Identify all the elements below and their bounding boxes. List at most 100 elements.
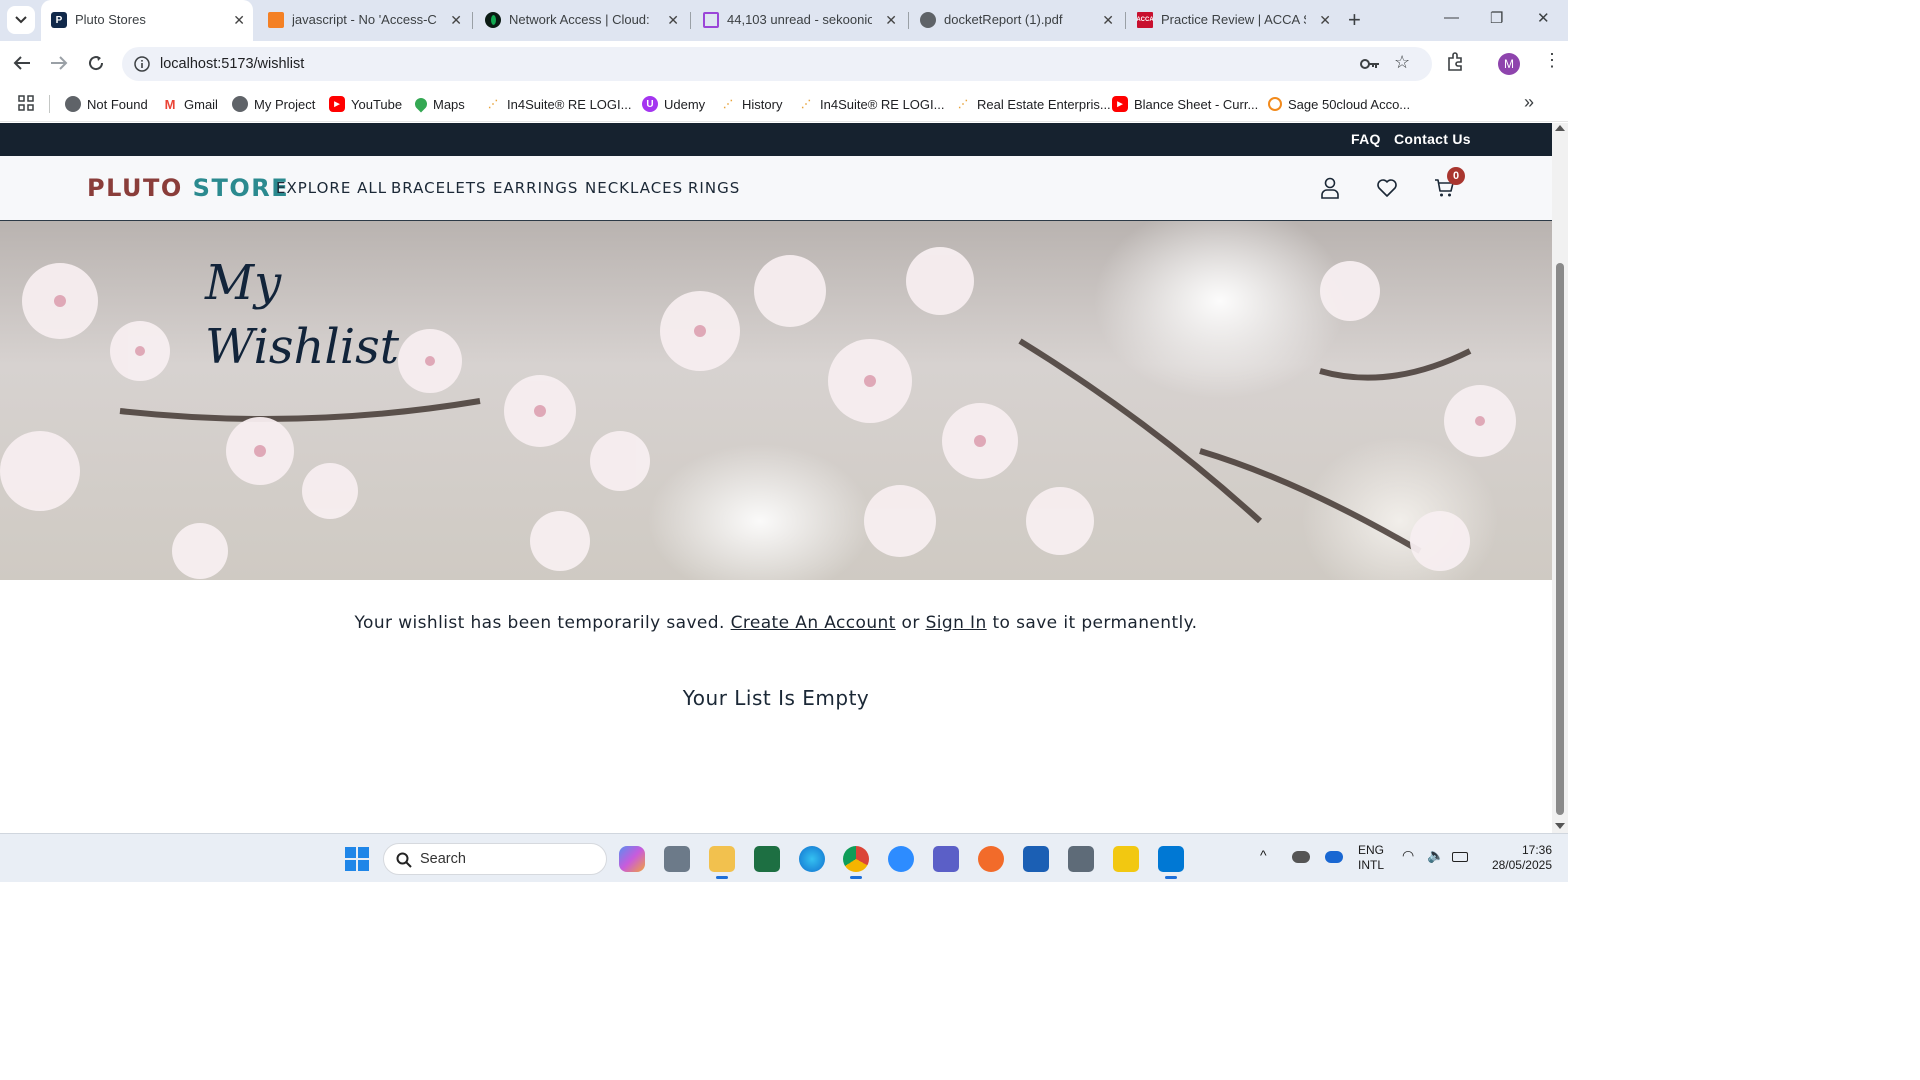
in4suite-icon: ⋰ — [723, 98, 733, 110]
file-explorer-icon[interactable] — [709, 846, 735, 879]
tab-acca[interactable]: ACCA Practice Review | ACCA Stu ✕ — [1127, 0, 1339, 41]
tab-pluto-stores[interactable]: P Pluto Stores ✕ — [41, 0, 253, 41]
tab-separator — [690, 12, 691, 29]
top-utility-bar: FAQ Contact Us — [0, 123, 1552, 156]
bookmark-history[interactable]: ⋰ History — [720, 94, 782, 114]
browser-toolbar: localhost:5173/wishlist ☆ ⋮ — [0, 41, 1568, 86]
bookmark-sage[interactable]: Sage 50cloud Acco... — [1268, 94, 1410, 114]
bookmark-youtube[interactable]: ▶ YouTube — [329, 94, 402, 114]
apps-grid-icon[interactable] — [18, 95, 34, 111]
copilot-app-icon[interactable] — [619, 846, 645, 872]
bookmark-label: Real Estate Enterpris... — [977, 96, 1111, 112]
edge-icon[interactable] — [799, 846, 825, 872]
key-icon[interactable] — [1360, 57, 1380, 71]
close-icon[interactable]: ✕ — [667, 11, 679, 29]
site-logo[interactable]: PLUTO STORE — [87, 174, 289, 202]
tab-title: 44,103 unread - sekooniolu — [727, 12, 872, 27]
windows-start-icon[interactable] — [345, 847, 369, 871]
new-tab-button[interactable]: + — [1348, 8, 1361, 32]
chrome-icon[interactable] — [843, 846, 869, 879]
clock[interactable]: 17:36 28/05/2025 — [1480, 843, 1552, 873]
url-text[interactable]: localhost:5173/wishlist — [160, 56, 304, 72]
minimize-button[interactable]: — — [1444, 9, 1459, 26]
clock-date: 28/05/2025 — [1491, 858, 1552, 872]
close-icon[interactable]: ✕ — [1102, 11, 1114, 29]
volume-icon[interactable]: 🔈 — [1427, 848, 1444, 863]
globe-favicon-icon — [920, 12, 936, 28]
battery-icon[interactable] — [1452, 852, 1468, 862]
bookmark-my-project[interactable]: My Project — [232, 94, 315, 114]
remote-desktop-icon[interactable] — [1023, 846, 1049, 872]
create-account-link[interactable]: Create An Account — [731, 613, 896, 633]
calculator-icon[interactable] — [1068, 846, 1094, 872]
system-app-icon[interactable] — [664, 846, 690, 872]
close-icon[interactable]: ✕ — [885, 11, 897, 29]
nav-explore-all[interactable]: EXPLORE ALL — [276, 179, 387, 197]
page-viewport: FAQ Contact Us PLUTO STORE EXPLORE ALL B… — [0, 123, 1552, 833]
close-icon[interactable]: ✕ — [1319, 11, 1331, 29]
wishlist-button[interactable] — [1373, 174, 1401, 202]
heart-icon — [1377, 179, 1397, 197]
scrollbar-thumb[interactable] — [1556, 263, 1564, 815]
bookmark-in4suite-1[interactable]: ⋰ In4Suite® RE LOGI... — [485, 94, 631, 114]
contact-us-link[interactable]: Contact Us — [1394, 131, 1471, 147]
language-indicator[interactable]: ENG INTL — [1356, 843, 1386, 873]
mail-favicon-icon — [703, 12, 719, 28]
wifi-icon[interactable]: ◠ — [1402, 848, 1414, 863]
power-bi-icon[interactable] — [1113, 846, 1139, 872]
reload-icon — [89, 56, 104, 71]
empty-list-message: Your List Is Empty — [682, 686, 870, 710]
nav-bracelets[interactable]: BRACELETS — [391, 179, 487, 197]
star-icon[interactable]: ☆ — [1394, 52, 1410, 73]
more-vert-icon[interactable]: ⋮ — [1543, 50, 1561, 71]
more-bookmarks-icon[interactable]: » — [1524, 92, 1534, 113]
restore-button[interactable]: ❐ — [1490, 9, 1503, 27]
cloud-sync-icon[interactable] — [1325, 851, 1343, 863]
tab-network-access[interactable]: Network Access | Cloud: Mo ✕ — [475, 0, 687, 41]
nav-earrings[interactable]: EARRINGS — [493, 179, 578, 197]
page-scrollbar[interactable] — [1552, 123, 1568, 833]
zoom-icon[interactable] — [888, 846, 914, 872]
bookmark-gmail[interactable]: M Gmail — [162, 94, 218, 114]
vscode-icon[interactable] — [1158, 846, 1184, 879]
bookmark-not-found[interactable]: Not Found — [65, 94, 148, 114]
site-info-icon[interactable] — [134, 56, 150, 72]
account-button[interactable] — [1316, 174, 1344, 202]
taskbar-search-box[interactable]: Search — [383, 843, 607, 875]
excel-icon[interactable] — [754, 846, 780, 872]
onedrive-icon[interactable] — [1292, 851, 1310, 863]
bookmark-label: Sage 50cloud Acco... — [1288, 96, 1411, 112]
bookmark-in4suite-2[interactable]: ⋰ In4Suite® RE LOGI... — [798, 94, 944, 114]
postman-icon[interactable] — [978, 846, 1004, 872]
in4suite-icon: ⋰ — [958, 98, 968, 110]
faq-link[interactable]: FAQ — [1351, 131, 1381, 147]
address-bar[interactable]: localhost:5173/wishlist ☆ — [122, 47, 1432, 81]
scroll-down-arrow-icon[interactable] — [1555, 823, 1565, 829]
back-button[interactable] — [10, 51, 34, 75]
tab-javascript[interactable]: javascript - No 'Access-Cont ✕ — [258, 0, 470, 41]
tab-docket-report[interactable]: docketReport (1).pdf ✕ — [910, 0, 1122, 41]
tab-search-button[interactable] — [7, 6, 35, 34]
teams-icon[interactable] — [933, 846, 959, 872]
tab-separator — [472, 12, 473, 29]
bookmark-real-estate[interactable]: ⋰ Real Estate Enterpris... — [955, 94, 1111, 114]
close-icon[interactable]: ✕ — [450, 11, 462, 29]
extensions-icon[interactable] — [1445, 52, 1465, 72]
scroll-up-arrow-icon[interactable] — [1555, 125, 1565, 131]
bookmark-maps[interactable]: Maps — [412, 94, 465, 114]
forward-button[interactable] — [47, 51, 71, 75]
tab-mail[interactable]: 44,103 unread - sekooniolu ✕ — [693, 0, 905, 41]
nav-rings[interactable]: RINGS — [688, 179, 740, 197]
close-window-button[interactable]: ✕ — [1537, 9, 1550, 27]
tab-separator — [1125, 12, 1126, 29]
tab-title: Network Access | Cloud: Mo — [509, 12, 654, 27]
bookmark-balance-sheet[interactable]: ▶ Blance Sheet - Curr... — [1112, 94, 1258, 114]
close-icon[interactable]: ✕ — [233, 11, 245, 29]
profile-avatar[interactable]: M — [1498, 53, 1520, 75]
reload-button[interactable] — [84, 51, 108, 75]
bookmark-udemy[interactable]: U Udemy — [642, 94, 705, 114]
nav-necklaces[interactable]: NECKLACES — [585, 179, 683, 197]
sign-in-link[interactable]: Sign In — [926, 613, 987, 633]
tab-title: javascript - No 'Access-Cont — [292, 12, 437, 27]
chevron-up-icon[interactable]: ^ — [1260, 848, 1267, 863]
